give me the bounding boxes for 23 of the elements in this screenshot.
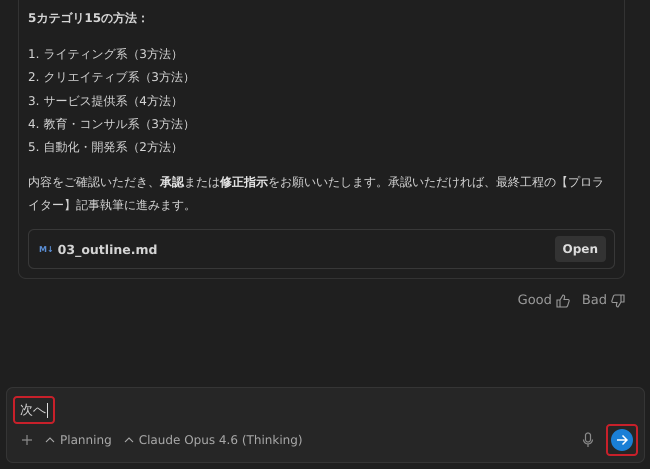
caret-icon: [45, 437, 55, 443]
list-item: 3. サービス提供系（4方法）: [28, 92, 184, 110]
microphone-icon[interactable]: [582, 432, 594, 448]
feedback-button[interactable]: Bad: [582, 293, 607, 308]
list-item: 2. クリエイティブ系（3方法）: [28, 69, 196, 86]
input-field[interactable]: 次へ: [13, 396, 55, 424]
message-heading: 5カテゴリ15の方法：: [28, 10, 150, 27]
message-paragraph: 内容をご確認いただき、承認または修正指示をお願いいたします。承認いただければ、最終工程の【プロライター】記事執筆に進みます。: [28, 174, 605, 214]
arrow-icon: [616, 434, 628, 446]
open-button[interactable]: Open: [554, 236, 606, 262]
mode-dropdown[interactable]: Planning: [45, 433, 112, 447]
caret-icon: [124, 437, 134, 443]
list-item: 4. 教育・コンサル系（3方法）: [28, 116, 196, 133]
markdown-icon: M↓: [39, 244, 54, 254]
add-icon[interactable]: [21, 434, 33, 446]
thumbs-down-icon[interactable]: [611, 294, 625, 308]
send-button[interactable]: [611, 429, 633, 451]
thumbs-up-icon[interactable]: [556, 294, 570, 308]
list-item: 1. ライティング系（3方法）: [28, 46, 184, 63]
model-dropdown[interactable]: Claude Opus 4.6 (Thinking): [124, 433, 303, 447]
feedback-button[interactable]: Good: [518, 293, 552, 308]
file-name[interactable]: 03_outline.md: [58, 242, 551, 257]
list-item: 5. 自動化・開発系（2方法）: [28, 139, 184, 156]
